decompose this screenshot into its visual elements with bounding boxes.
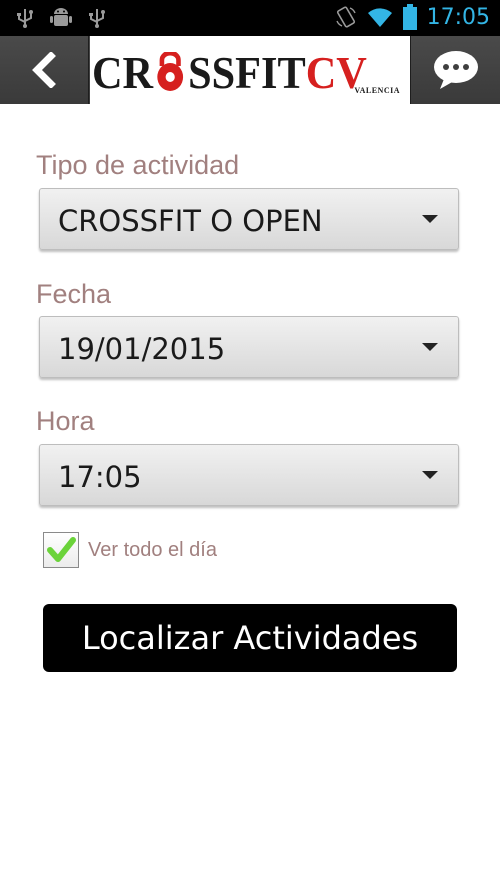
dropdown-arrow-icon (422, 471, 438, 479)
kettlebell-icon (157, 50, 184, 91)
dropdown-arrow-icon (422, 215, 438, 223)
status-bar: 17:05 (0, 0, 500, 36)
chevron-left-icon (32, 52, 56, 88)
checkmark-icon (47, 537, 76, 562)
activity-type-value: CROSSFIT O OPEN (58, 204, 323, 238)
app-bar: CR SSFITCV VALENCIA (0, 36, 500, 104)
usb-icon (89, 9, 105, 28)
usb-icon (17, 9, 33, 28)
activity-type-spinner[interactable]: CROSSFIT O OPEN (39, 188, 459, 250)
time-label: Hora (36, 406, 95, 436)
all-day-checkbox[interactable] (43, 532, 79, 568)
notification-icons (14, 6, 108, 30)
back-button[interactable] (0, 36, 88, 104)
activity-type-label: Tipo de actividad (36, 150, 240, 180)
chat-button[interactable] (412, 36, 500, 104)
find-activities-button[interactable]: Localizar Actividades (43, 604, 457, 672)
logo-subtitle: VALENCIA (354, 86, 400, 95)
wifi-icon (367, 8, 392, 27)
crossfit-logo: CR SSFITCV VALENCIA (90, 36, 410, 104)
time-spinner[interactable]: 17:05 (39, 444, 459, 506)
clock: 17:05 (426, 4, 490, 30)
android-debug-icon (50, 8, 72, 26)
dropdown-arrow-icon (422, 343, 438, 351)
rotate-icon (335, 6, 356, 28)
battery-icon (402, 4, 417, 30)
time-value: 17:05 (58, 460, 142, 494)
divider (410, 36, 411, 104)
all-day-row: Ver todo el día (43, 531, 217, 569)
logo-text: CR SSFITCV (92, 47, 367, 98)
date-value: 19/01/2015 (58, 332, 226, 366)
date-spinner[interactable]: 19/01/2015 (39, 316, 459, 378)
system-icons: 17:05 (335, 4, 490, 30)
date-label: Fecha (36, 279, 112, 309)
chat-bubble-icon (434, 51, 478, 89)
divider (88, 36, 89, 104)
all-day-label: Ver todo el día (88, 538, 217, 561)
